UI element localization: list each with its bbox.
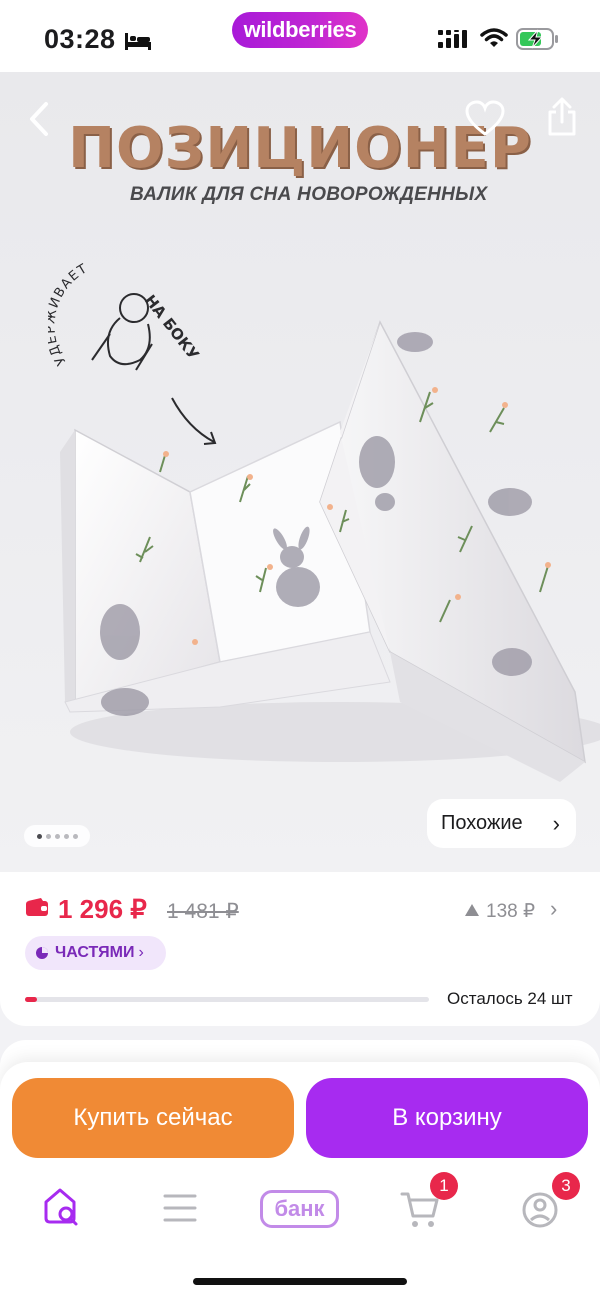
- cart-tab[interactable]: 1: [400, 1172, 458, 1238]
- chevron-right-icon[interactable]: ›: [550, 896, 557, 922]
- status-bar: 03:28 wildberries: [0, 0, 600, 72]
- installments-button[interactable]: ЧАСТЯМИ ›: [25, 936, 166, 970]
- price-difference[interactable]: 138 ₽: [486, 900, 535, 923]
- similar-button[interactable]: Похожие ›: [427, 799, 576, 848]
- bank-tab[interactable]: банк: [260, 1182, 340, 1238]
- wifi-icon: [480, 28, 508, 47]
- stock-remaining: Осталось 24 шт: [447, 989, 573, 1008]
- menu-icon[interactable]: [162, 1182, 198, 1238]
- battery-charging-icon: [516, 28, 558, 50]
- bed-icon: [125, 33, 151, 50]
- current-price: 1 296 ₽: [58, 894, 147, 924]
- cart-count-badge: 1: [430, 1172, 458, 1200]
- buy-now-button[interactable]: Купить сейчас: [12, 1078, 294, 1158]
- bank-icon: банк: [260, 1190, 339, 1228]
- pagination-dot[interactable]: [54, 833, 60, 839]
- price-card: 1 296 ₽ 1 481 ₽ 138 ₽ › ЧАСТЯМИ › Осталос…: [0, 872, 600, 1026]
- wildberries-logo: wildberries: [232, 12, 368, 48]
- pointer-arrow: [171, 397, 217, 445]
- pagination-dot[interactable]: [45, 833, 51, 839]
- pagination-dot[interactable]: [36, 833, 42, 839]
- pie-chart-icon: [36, 947, 48, 959]
- installments-label: ЧАСТЯМИ: [55, 944, 135, 961]
- promo-subtitle: ВАЛИК ДЛЯ СНА НОВОРОЖДЕННЫХ: [130, 184, 488, 205]
- add-to-cart-button[interactable]: В корзину: [306, 1078, 588, 1158]
- promo-title: ПОЗИЦИОНЕР: [68, 116, 532, 181]
- similar-label: Похожие: [441, 812, 523, 834]
- home-indicator: [193, 1278, 407, 1285]
- triangle-up-icon: [465, 904, 479, 916]
- product-page: 03:28 wildberries УД ИВАЕТ НА БОКУ ПОЗИЦ…: [0, 0, 600, 1297]
- share-icon[interactable]: [542, 96, 582, 138]
- wallet-icon: [26, 898, 48, 916]
- svg-text:УДЕРЖИВАЕТ: УДЕРЖИВАЕТ: [48, 261, 91, 368]
- pagination-dot[interactable]: [72, 833, 78, 839]
- status-time: 03:28: [44, 24, 116, 54]
- product-image-gallery[interactable]: УДЕРЖИВАЕТ НА БОКУ ПОЗИЦИОНЕР ВАЛИК ДЛЯ …: [0, 72, 600, 872]
- chevron-right-icon: ›: [138, 944, 144, 961]
- gallery-pagination[interactable]: [24, 825, 90, 847]
- pagination-dot[interactable]: [63, 833, 69, 839]
- profile-tab[interactable]: 3: [522, 1172, 580, 1238]
- stock-progress-bar: [25, 997, 429, 1002]
- back-arrow-icon[interactable]: [20, 98, 60, 140]
- notifications-badge: 3: [552, 1172, 580, 1200]
- old-price: 1 481 ₽: [167, 900, 239, 923]
- home-search-icon[interactable]: [42, 1182, 82, 1238]
- heart-icon[interactable]: [465, 100, 505, 138]
- badge-bold-text: НА БОКУ: [141, 291, 203, 363]
- stock-progress-fill: [25, 997, 38, 1002]
- badge-arc-text: УДЕРЖИВАЕТ: [48, 261, 89, 368]
- holds-on-side-badge: УДЕРЖИВАЕТ НА БОКУ: [48, 261, 203, 371]
- cellular-signal-icon: [438, 30, 467, 48]
- bottom-action-bar: Купить сейчас В корзину банк 1 3: [0, 1062, 600, 1297]
- chevron-right-icon: ›: [552, 811, 560, 836]
